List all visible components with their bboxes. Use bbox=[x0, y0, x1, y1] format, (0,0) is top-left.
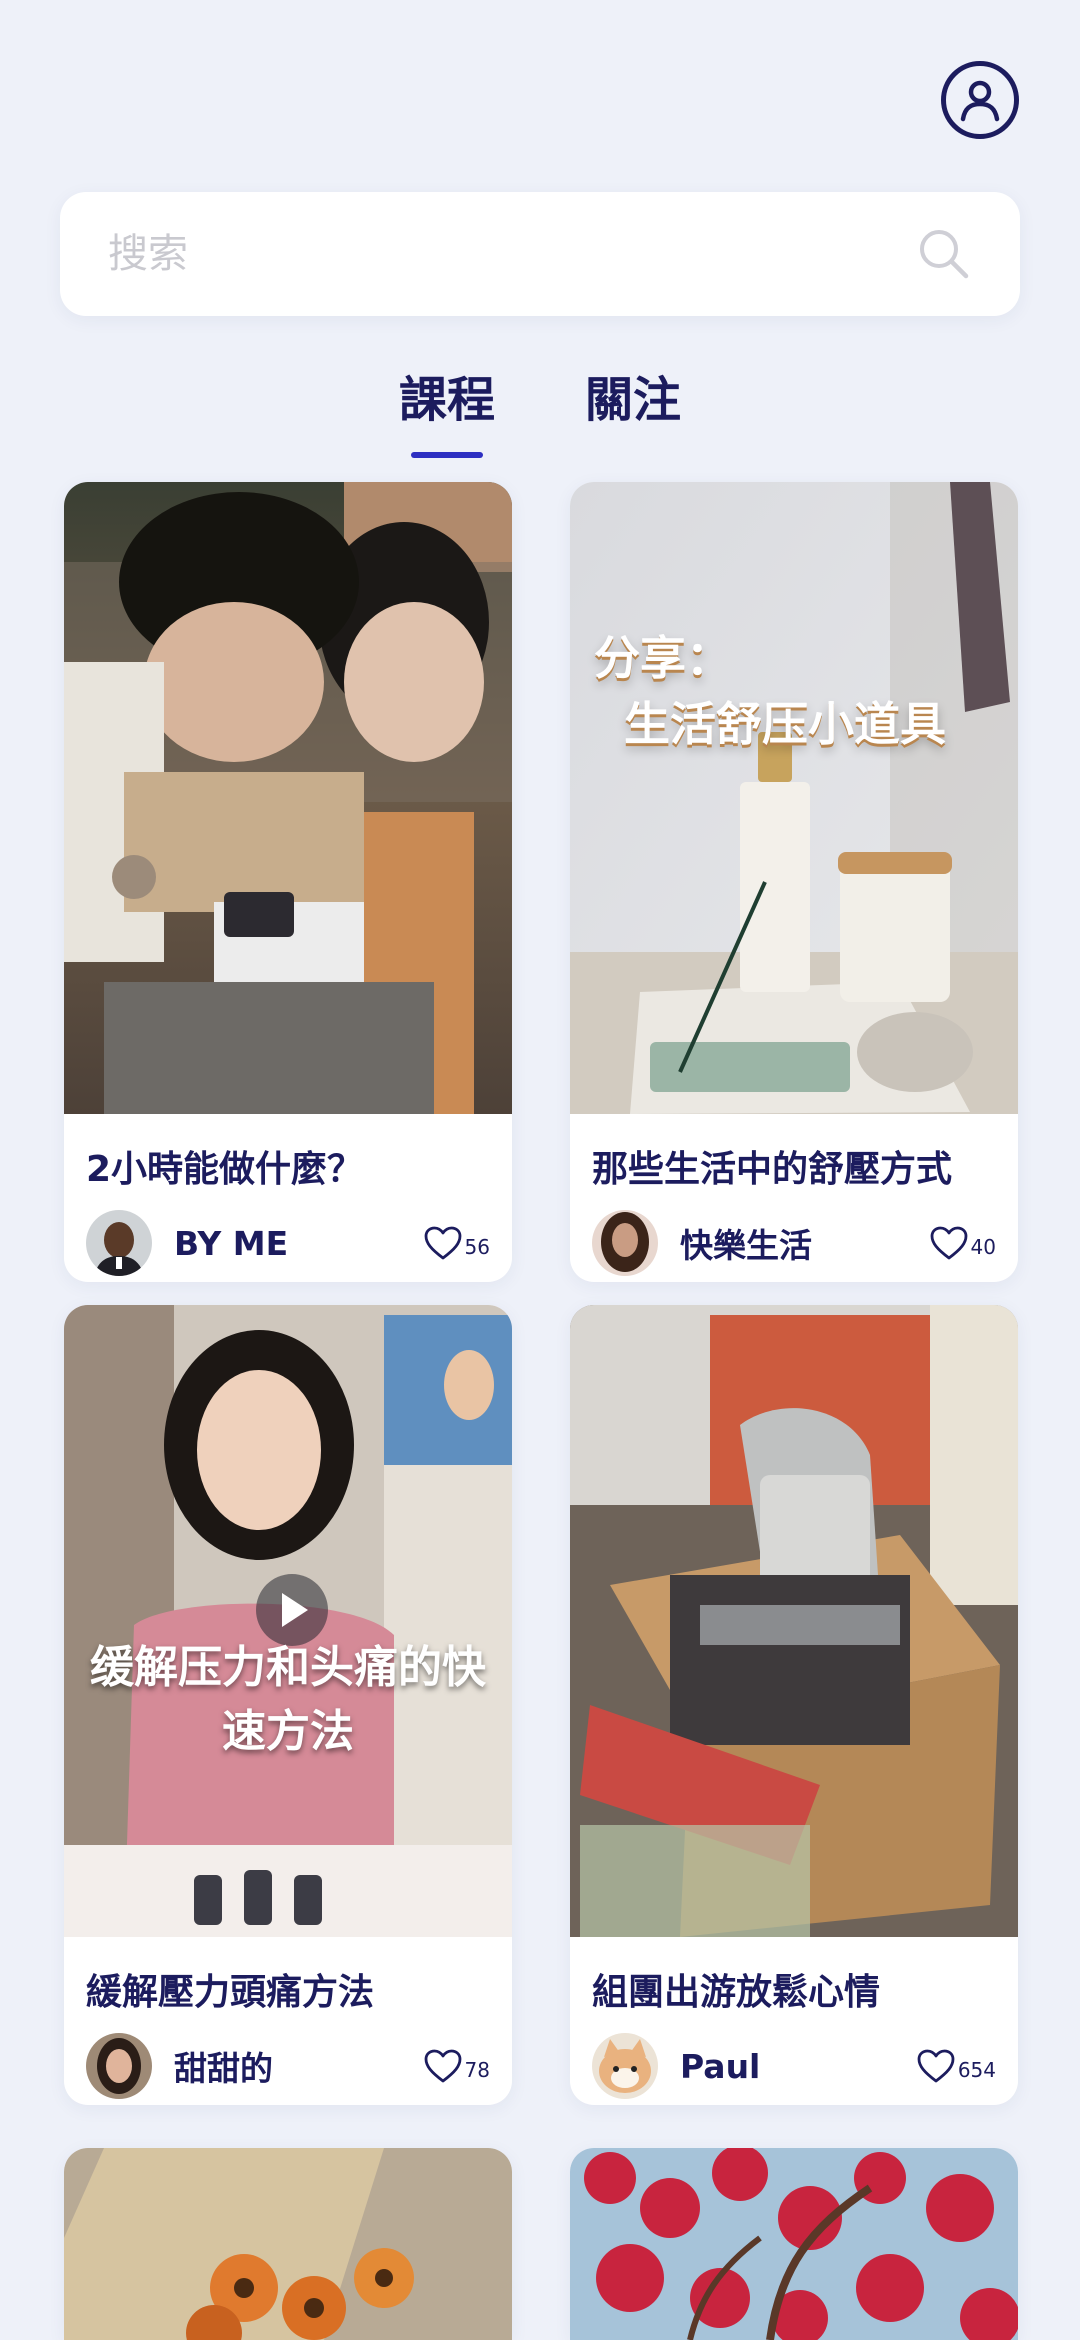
user-circle-icon bbox=[960, 80, 1000, 122]
course-card[interactable] bbox=[64, 2148, 512, 2340]
course-title: 2小時能做什麼？ bbox=[86, 1149, 364, 1190]
author-name[interactable]: BY ME bbox=[174, 1224, 423, 1263]
like-count: 56 bbox=[464, 1235, 490, 1259]
author-avatar[interactable] bbox=[592, 1210, 658, 1276]
course-title: 組團出游放鬆心情 bbox=[592, 1972, 881, 2013]
search-input[interactable] bbox=[108, 231, 916, 277]
course-thumbnail bbox=[570, 2148, 1018, 2340]
heart-icon bbox=[424, 1226, 461, 1260]
profile-button[interactable] bbox=[941, 61, 1019, 139]
course-card[interactable]: 2小時能做什麼？ BY ME 56 bbox=[64, 482, 512, 1282]
like-button[interactable]: 654 bbox=[916, 2048, 996, 2084]
like-button[interactable]: 78 bbox=[423, 2048, 490, 2084]
like-button[interactable]: 40 bbox=[929, 1225, 996, 1261]
tab-bar: 課程 關注 bbox=[0, 360, 1080, 458]
course-thumbnail bbox=[570, 1305, 1018, 1937]
thumbnail-caption: 缓解压力和头痛的快 速方法 bbox=[90, 1642, 486, 1757]
author-name[interactable]: 快樂生活 bbox=[680, 1219, 929, 1267]
search-icon[interactable] bbox=[916, 226, 972, 282]
heart-icon bbox=[917, 2049, 955, 2083]
course-title: 緩解壓力頭痛方法 bbox=[86, 1972, 375, 2013]
tab-following[interactable]: 關注 bbox=[585, 360, 681, 458]
thumbnail-caption: 分享： 生活舒压小道具 bbox=[594, 631, 946, 751]
search-bar bbox=[60, 192, 1020, 316]
author-name[interactable]: 甜甜的 bbox=[174, 2042, 423, 2090]
like-count: 654 bbox=[957, 2058, 996, 2082]
course-title: 那些生活中的舒壓方式 bbox=[592, 1149, 953, 1190]
tab-courses[interactable]: 課程 bbox=[399, 360, 495, 458]
course-card[interactable]: 缓解压力和头痛的快 速方法 緩解壓力頭痛方法 甜甜的 78 bbox=[64, 1305, 512, 2105]
author-avatar[interactable] bbox=[86, 1210, 152, 1276]
course-thumbnail: 缓解压力和头痛的快 速方法 bbox=[64, 1305, 512, 1937]
like-count: 78 bbox=[464, 2058, 490, 2082]
course-thumbnail bbox=[64, 2148, 512, 2340]
like-count: 40 bbox=[970, 1235, 996, 1259]
author-avatar[interactable] bbox=[86, 2033, 152, 2099]
author-name[interactable]: Paul bbox=[680, 2047, 916, 2086]
course-card[interactable]: 組團出游放鬆心情 Paul 654 bbox=[570, 1305, 1018, 2105]
author-avatar[interactable] bbox=[592, 2033, 658, 2099]
course-card[interactable]: 分享： 生活舒压小道具 那些生活中的舒壓方式 快樂生活 40 bbox=[570, 482, 1018, 1282]
course-card[interactable] bbox=[570, 2148, 1018, 2340]
course-thumbnail: 分享： 生活舒压小道具 bbox=[570, 482, 1018, 1114]
heart-icon bbox=[930, 1226, 967, 1260]
course-thumbnail bbox=[64, 482, 512, 1114]
like-button[interactable]: 56 bbox=[423, 1225, 490, 1261]
heart-icon bbox=[424, 2049, 461, 2083]
